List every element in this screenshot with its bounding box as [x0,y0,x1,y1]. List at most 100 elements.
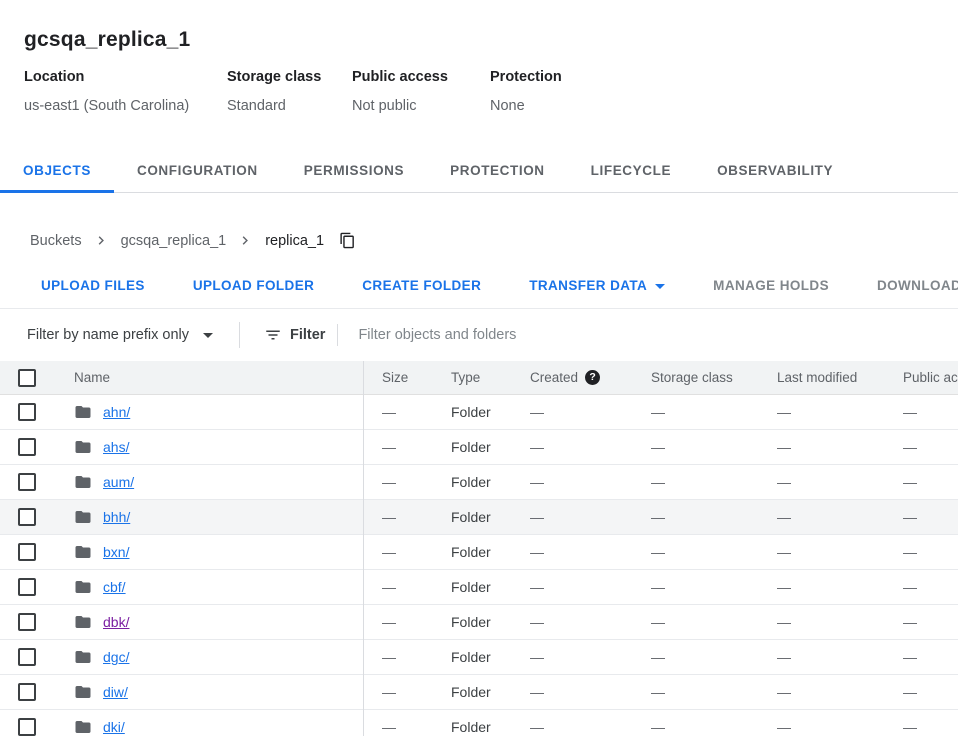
folder-icon [74,613,92,631]
folder-link[interactable]: dki/ [103,719,125,735]
folder-link[interactable]: ahs/ [103,439,129,455]
table-row: dbk/ — Folder — — — — [0,605,958,640]
transfer-data-button[interactable]: TRANSFER DATA [517,269,677,303]
tab-observability[interactable]: OBSERVABILITY [694,151,856,193]
row-checkbox[interactable] [18,578,36,596]
cell-last-modified: — [777,439,903,455]
copy-path-button[interactable] [337,232,358,249]
folder-icon [74,543,92,561]
cell-storage-class: — [651,579,777,595]
cell-storage-class: — [651,544,777,560]
table-row: diw/ — Folder — — — — [0,675,958,710]
cell-size: — [363,649,451,665]
cell-created: — [530,719,651,735]
column-header-created: Created ? [530,370,651,385]
cell-public-access: — [903,474,958,490]
bucket-meta: Location us-east1 (South Carolina) Stora… [24,68,934,115]
column-header-type: Type [451,370,530,385]
tab-permissions[interactable]: PERMISSIONS [281,151,427,193]
cell-size: — [363,509,451,525]
meta-label: Location [24,68,227,86]
folder-link[interactable]: aum/ [103,474,134,490]
table-row: bhh/ — Folder — — — — [0,500,958,535]
tab-configuration[interactable]: CONFIGURATION [114,151,281,193]
tab-protection[interactable]: PROTECTION [427,151,568,193]
filter-label: Filter [290,327,325,343]
folder-icon [74,438,92,456]
row-checkbox[interactable] [18,683,36,701]
row-checkbox[interactable] [18,403,36,421]
cell-storage-class: — [651,439,777,455]
pinned-column-divider [363,361,364,736]
breadcrumb-bucket-name[interactable]: gcsqa_replica_1 [121,233,227,249]
cell-created: — [530,404,651,420]
column-header-name: Name [56,370,363,385]
breadcrumb-buckets[interactable]: Buckets [30,233,82,249]
row-checkbox[interactable] [18,508,36,526]
row-checkbox[interactable] [18,648,36,666]
folder-link[interactable]: ahn/ [103,404,130,420]
cell-size: — [363,579,451,595]
folder-icon [74,578,92,596]
cell-last-modified: — [777,684,903,700]
cell-created: — [530,614,651,630]
folder-link[interactable]: bxn/ [103,544,129,560]
cell-type: Folder [451,474,530,490]
table-row: cbf/ — Folder — — — — [0,570,958,605]
row-checkbox[interactable] [18,718,36,736]
objects-table: Name Size Type Created ? Storage class L… [0,361,958,736]
cell-size: — [363,474,451,490]
divider [337,324,338,346]
cell-created: — [530,439,651,455]
table-row: bxn/ — Folder — — — — [0,535,958,570]
cell-type: Folder [451,404,530,420]
chevron-right-icon [237,232,254,249]
cell-storage-class: — [651,509,777,525]
cell-size: — [363,719,451,735]
folder-link[interactable]: diw/ [103,684,128,700]
table-row: ahs/ — Folder — — — — [0,430,958,465]
create-folder-button[interactable]: CREATE FOLDER [350,269,493,303]
row-checkbox[interactable] [18,473,36,491]
folder-link[interactable]: dbk/ [103,614,129,630]
row-checkbox[interactable] [18,543,36,561]
dropdown-arrow-icon [655,284,665,289]
content-copy-icon [339,232,356,249]
tab-objects[interactable]: OBJECTS [0,151,114,193]
download-button[interactable]: DOWNLOAD [865,269,958,303]
chevron-right-icon [93,232,110,249]
filter-list-icon [264,326,282,344]
manage-holds-button[interactable]: MANAGE HOLDS [701,269,841,303]
cell-size: — [363,404,451,420]
cell-last-modified: — [777,579,903,595]
meta-label: Protection [490,68,934,86]
column-header-size: Size [363,370,451,385]
folder-link[interactable]: dgc/ [103,649,129,665]
page-title: gcsqa_replica_1 [24,27,934,52]
table-row: dgc/ — Folder — — — — [0,640,958,675]
select-all-checkbox[interactable] [18,369,36,387]
folder-icon [74,508,92,526]
folder-icon [74,403,92,421]
upload-folder-button[interactable]: UPLOAD FOLDER [181,269,326,303]
filter-bar: Filter by name prefix only Filter [0,309,958,361]
tab-lifecycle[interactable]: LIFECYCLE [568,151,694,193]
filter-scope-dropdown[interactable]: Filter by name prefix only [27,327,213,343]
cell-public-access: — [903,649,958,665]
breadcrumb-current-folder: replica_1 [265,233,324,249]
cell-size: — [363,614,451,630]
row-checkbox[interactable] [18,613,36,631]
folder-link[interactable]: bhh/ [103,509,130,525]
cell-storage-class: — [651,684,777,700]
folder-link[interactable]: cbf/ [103,579,126,595]
filter-input[interactable] [356,326,942,344]
help-icon[interactable]: ? [585,370,600,385]
row-checkbox[interactable] [18,438,36,456]
cell-storage-class: — [651,404,777,420]
dropdown-arrow-icon [203,333,213,338]
folder-icon [74,648,92,666]
upload-files-button[interactable]: UPLOAD FILES [29,269,157,303]
cell-type: Folder [451,544,530,560]
objects-toolbar: UPLOAD FILES UPLOAD FOLDER CREATE FOLDER… [0,263,958,309]
cell-public-access: — [903,719,958,735]
